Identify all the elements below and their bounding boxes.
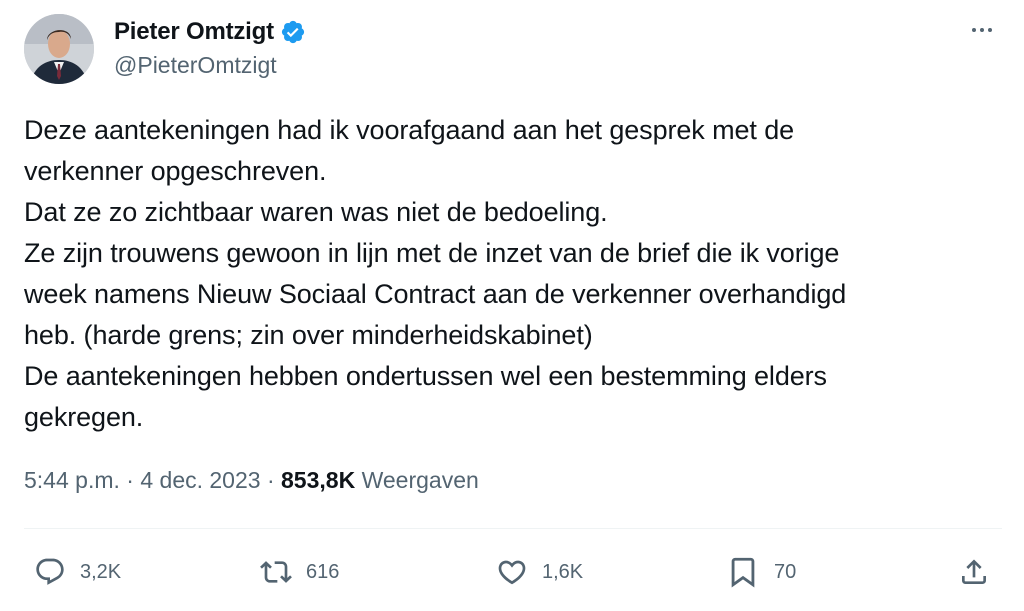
action-bar: 3,2K 616 1,6K 70 — [0, 548, 1024, 596]
tweet-date[interactable]: 4 dec. 2023 — [140, 467, 260, 493]
tweet-line: Deze aantekeningen had ik voorafgaand aa… — [24, 115, 795, 145]
tweet-line: De aantekeningen hebben ondertussen wel … — [24, 361, 827, 391]
reply-icon — [36, 558, 64, 585]
avatar[interactable] — [24, 14, 94, 84]
tweet-card: Pieter Omtzigt @PieterOmtzigt Deze aante… — [0, 0, 1024, 611]
reply-button[interactable]: 3,2K — [34, 548, 121, 596]
retweet-button[interactable]: 616 — [260, 548, 339, 596]
meta-separator: · — [126, 467, 134, 493]
views-label: Weergaven — [361, 467, 479, 493]
reply-count: 3,2K — [80, 560, 122, 583]
tweet-line: verkenner opgeschreven. — [24, 156, 327, 186]
user-handle[interactable]: @PieterOmtzigt — [114, 52, 306, 79]
display-name[interactable]: Pieter Omtzigt — [114, 18, 274, 46]
tweet-line: gekregen. — [24, 402, 144, 432]
avatar-image — [24, 14, 94, 84]
tweet-line: Dat ze zo zichtbaar waren was niet de be… — [24, 197, 608, 227]
tweet-time[interactable]: 5:44 p.m. — [24, 467, 120, 493]
tweet-meta: 5:44 p.m. · 4 dec. 2023 · 853,8K Weergav… — [24, 467, 479, 494]
bookmark-count: 70 — [774, 560, 797, 583]
divider — [24, 528, 1002, 529]
tweet-line: Ze zijn trouwens gewoon in lijn met de i… — [24, 238, 840, 268]
name-row: Pieter Omtzigt — [114, 14, 306, 50]
meta-separator: · — [266, 467, 275, 493]
like-button[interactable]: 1,6K — [496, 548, 583, 596]
verified-badge-icon[interactable] — [280, 19, 306, 45]
tweet-text: Deze aantekeningen had ik voorafgaand aa… — [24, 110, 984, 438]
heart-icon — [498, 560, 526, 585]
tweet-line: heb. (harde grens; zin over minderheidsk… — [24, 320, 593, 350]
more-icon[interactable] — [966, 20, 998, 40]
views-count: 853,8K — [281, 467, 356, 493]
tweet-line: week namens Nieuw Sociaal Contract aan d… — [24, 279, 847, 309]
like-count: 1,6K — [542, 560, 584, 583]
author-block: Pieter Omtzigt @PieterOmtzigt — [114, 14, 306, 79]
bookmark-icon — [731, 557, 755, 588]
retweet-count: 616 — [306, 560, 340, 583]
share-icon — [962, 559, 986, 584]
bookmark-button[interactable]: 70 — [726, 548, 796, 596]
retweet-icon — [260, 561, 292, 583]
share-button[interactable] — [958, 548, 990, 596]
